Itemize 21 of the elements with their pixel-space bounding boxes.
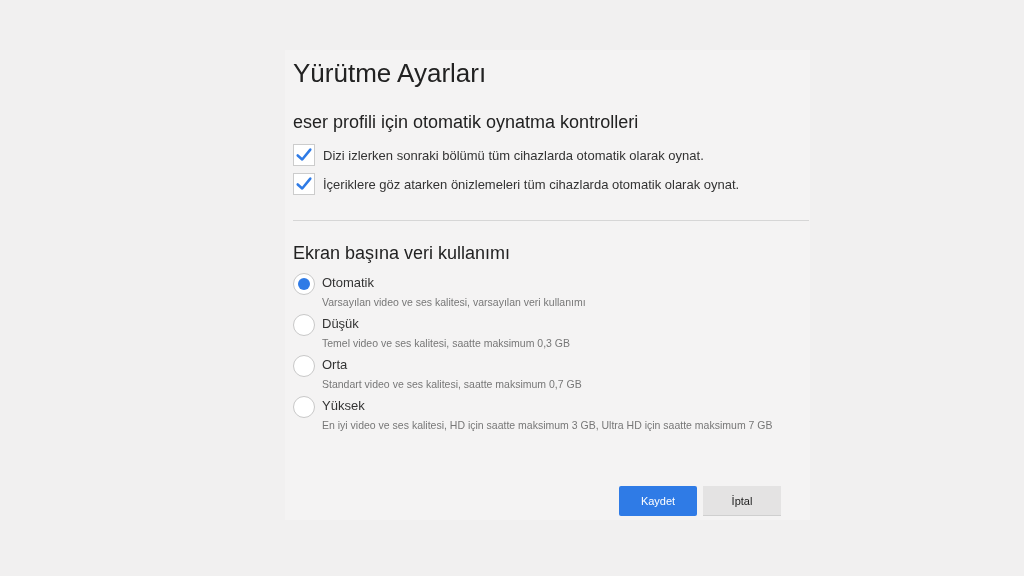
radio-label: Otomatik — [322, 275, 375, 291]
radio-label: Düşük — [322, 316, 360, 332]
checkbox[interactable] — [293, 144, 315, 166]
radio-label: Yüksek — [322, 398, 366, 414]
checkbox-label: Dizi izlerken sonraki bölümü tüm cihazlarda otomatik olarak oynat. — [323, 147, 704, 163]
section-heading: Ekran başına veri kullanımı — [293, 242, 512, 265]
section-heading: eser profili için otomatik oynatma kontrolleri — [293, 111, 640, 134]
radio-description: Temel video ve ses kalitesi, saatte maksimum 0,3 GB — [322, 336, 570, 350]
cancel-button[interactable]: İptal — [703, 486, 781, 516]
radio-button[interactable] — [293, 273, 315, 295]
radio-description: Standart video ve ses kalitesi, saatte maksimum 0,7 GB — [322, 377, 582, 391]
page-title: Yürütme Ayarları — [293, 57, 488, 90]
save-button[interactable]: Kaydet — [619, 486, 697, 516]
radio-button[interactable] — [293, 355, 315, 377]
radio-description: En iyi video ve ses kalitesi, HD için saatte maksimum 3 GB, Ultra HD için saatte maksimum 7 GB — [322, 418, 773, 432]
checkbox[interactable] — [293, 173, 315, 195]
radio-label: Orta — [322, 357, 349, 373]
radio-button[interactable] — [293, 314, 315, 336]
radio-description: Varsayılan video ve ses kalitesi, varsayılan veri kullanımı — [322, 295, 586, 309]
checkbox-label: İçeriklere göz atarken önizlemeleri tüm cihazlarda otomatik olarak oynat. — [323, 176, 740, 192]
radio-button[interactable] — [293, 396, 315, 418]
